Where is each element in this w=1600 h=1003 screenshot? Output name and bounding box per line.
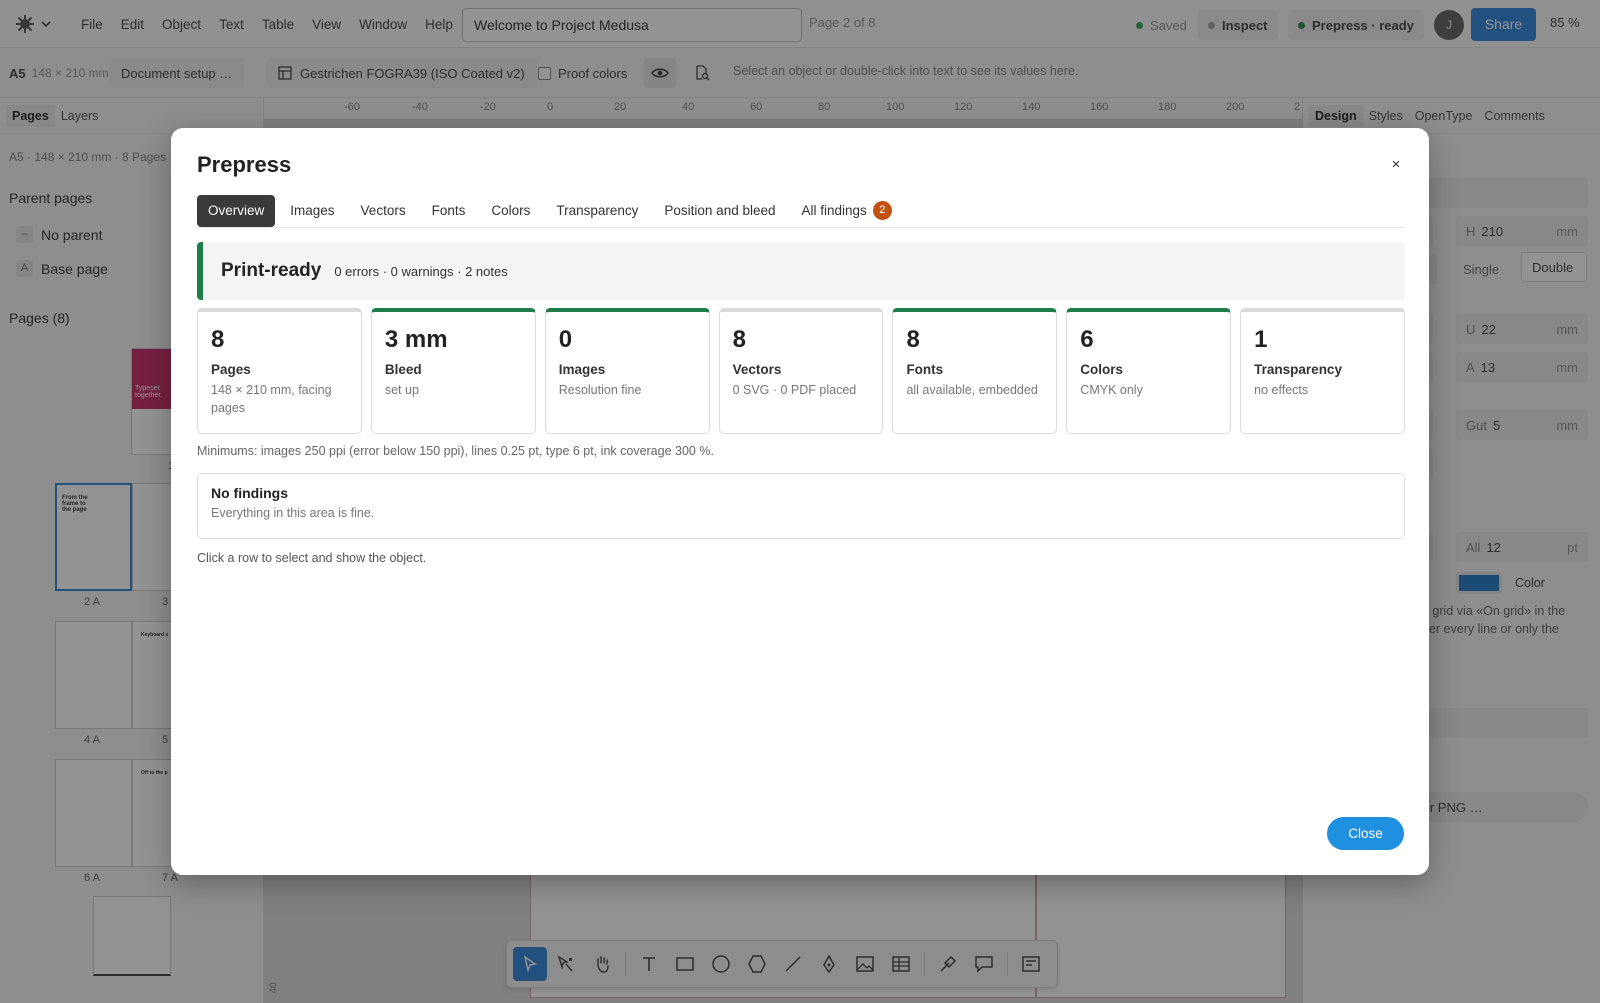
card-value: 6 <box>1080 326 1094 353</box>
card-subtext: all available, embedded <box>906 383 1038 397</box>
tab-position-and-bleed[interactable]: Position and bleed <box>653 195 786 227</box>
card-label: Colors <box>1080 362 1124 377</box>
tab-colors[interactable]: Colors <box>480 195 541 227</box>
card-label: Bleed <box>384 362 422 377</box>
click-row-hint: Click a row to select and show the objec… <box>197 551 427 565</box>
status-title: Print-ready <box>221 260 322 281</box>
card-bleed[interactable]: 3 mm Bleed set up <box>370 308 536 434</box>
tab-vectors[interactable]: Vectors <box>350 195 417 227</box>
tab-label: All findings <box>801 203 867 218</box>
summary-cards: 8 Pages 148 × 210 mm, facing pages 3 mm … <box>197 308 1406 434</box>
dialog-title: Prepress <box>197 152 292 177</box>
card-images[interactable]: 0 Images Resolution fine <box>544 308 710 434</box>
card-subtext: Resolution fine <box>558 383 642 397</box>
status-summary: 0 errors · 0 warnings · 2 notes <box>334 263 508 279</box>
card-subtext: CMYK only <box>1080 383 1143 397</box>
tab-fonts[interactable]: Fonts <box>421 195 477 227</box>
minimums-note: Minimums: images 250 ppi (error below 15… <box>197 444 714 458</box>
card-value: 8 <box>732 326 746 353</box>
findings-subtext: Everything in this area is fine. <box>211 506 375 520</box>
card-subtext: no effects <box>1254 383 1309 397</box>
tab-overview[interactable]: Overview <box>197 194 276 227</box>
card-subtext: 148 × 210 mm, facing pages <box>211 383 332 415</box>
card-subtext: set up <box>384 383 419 397</box>
status-banner: Print-ready 0 errors · 0 warnings · 2 no… <box>197 242 1405 300</box>
card-value: 1 <box>1254 326 1268 353</box>
card-fonts[interactable]: 8 Fonts all available, embedded <box>892 308 1058 434</box>
card-vectors[interactable]: 8 Vectors 0 SVG · 0 PDF placed <box>718 308 884 434</box>
tab-all-findings[interactable]: All findings 2 <box>791 195 903 227</box>
findings-title: No findings <box>211 485 288 501</box>
tab-transparency[interactable]: Transparency <box>545 195 649 227</box>
card-value: 8 <box>906 326 920 353</box>
card-transparency[interactable]: 1 Transparency no effects <box>1240 308 1406 434</box>
card-value: 0 <box>558 326 573 353</box>
findings-count-badge: 2 <box>872 201 892 220</box>
card-label: Vectors <box>732 362 782 377</box>
card-label: Images <box>558 362 606 377</box>
prepress-dialog: Prepress × Overview Images Vectors Fonts… <box>171 128 1429 875</box>
close-button[interactable]: Close <box>1327 817 1404 850</box>
card-label: Transparency <box>1254 362 1342 377</box>
card-subtext: 0 SVG · 0 PDF placed <box>732 383 857 397</box>
tab-images[interactable]: Images <box>279 195 345 227</box>
card-label: Fonts <box>906 362 944 377</box>
close-icon[interactable]: × <box>1387 156 1405 174</box>
card-colors[interactable]: 6 Colors CMYK only <box>1066 308 1232 434</box>
card-value: 8 <box>211 326 225 353</box>
card-value: 3 mm <box>384 326 448 353</box>
card-label: Pages <box>211 362 251 377</box>
card-pages[interactable]: 8 Pages 148 × 210 mm, facing pages <box>197 308 362 434</box>
findings-box: No findings Everything in this area is f… <box>197 473 1405 539</box>
prepress-tabs: Overview Images Vectors Fonts Colors Tra… <box>197 194 1405 228</box>
